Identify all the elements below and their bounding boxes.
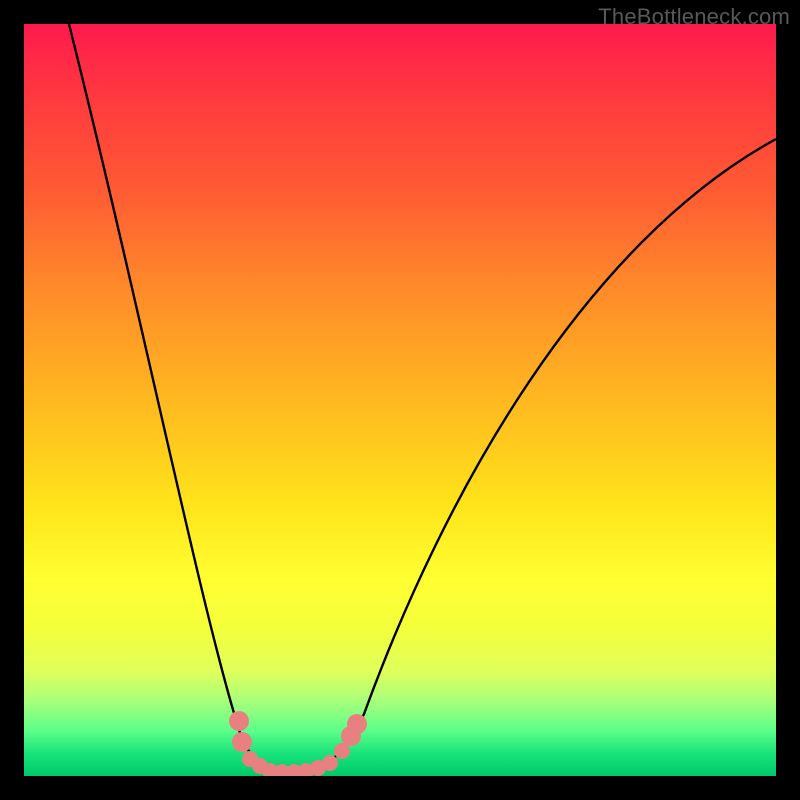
chart-plot-area	[24, 24, 776, 776]
curve-marker	[322, 755, 338, 771]
watermark-text: TheBottleneck.com	[598, 4, 790, 30]
chart-svg	[24, 24, 776, 776]
curve-marker	[347, 714, 367, 734]
marker-group	[229, 711, 367, 776]
curve-marker	[232, 732, 252, 752]
curve-marker	[229, 711, 249, 731]
bottleneck-curve	[69, 24, 776, 770]
